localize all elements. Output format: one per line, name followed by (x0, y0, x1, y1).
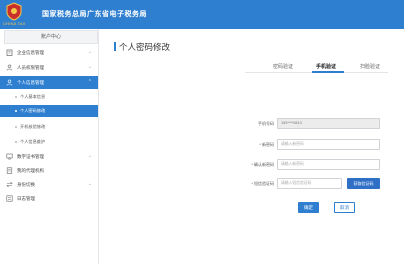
sidebar-item-personal-info[interactable]: 个人信息管理 ⌃ (0, 76, 98, 89)
log-icon (6, 195, 13, 202)
sidebar-item-identity-switch[interactable]: 身份切换 ⌄ (0, 178, 98, 191)
building-icon (6, 49, 13, 56)
sidebar-item-label: 数字证书管理 (17, 154, 44, 159)
bullet-icon (15, 141, 17, 143)
phone-field: 159****0813 (277, 118, 380, 129)
sidebar-header-user-center[interactable]: 账户中心 (4, 30, 98, 44)
top-header-bar: CHINA TAX 国家税务总局广东省电子税务局 (0, 0, 404, 29)
sidebar-item-label: 企业信息管理 (17, 50, 44, 55)
chevron-up-icon: ⌃ (87, 79, 92, 85)
phone-label: 手机号码 (258, 121, 274, 126)
new-password-input[interactable]: 请输入新密码 (277, 139, 380, 150)
sidebar-subitem-change-password[interactable]: 个人密码修改 (0, 105, 98, 117)
chevron-down-icon: ⌄ (87, 64, 92, 70)
active-tab-indicator (312, 71, 344, 73)
chevron-down-icon: ⌄ (87, 153, 92, 159)
sms-code-input[interactable]: 请输入短信验证码 (277, 178, 342, 189)
sms-code-label: * 短信验证码 (251, 181, 274, 186)
logo-caption: CHINA TAX (3, 21, 26, 26)
chevron-down-icon: ⌄ (87, 181, 92, 187)
new-password-label: * 新密码 (259, 142, 274, 147)
confirm-password-label: * 确认新密码 (251, 162, 274, 167)
sidebar-subitem-label: 开机核验修改 (20, 124, 46, 129)
page-title-accent (114, 42, 116, 51)
sidebar-subitem-info-maintenance[interactable]: 个人信息维护 (0, 136, 98, 148)
sidebar-item-digital-certificate[interactable]: 数字证书管理 ⌄ (0, 150, 98, 163)
sidebar-item-label: 我的代理机构 (17, 168, 44, 173)
tax-emblem-icon (6, 2, 22, 21)
confirm-password-input[interactable]: 请输入新密码 (277, 159, 380, 170)
switch-icon (6, 181, 13, 188)
sidebar-subitem-basic-info[interactable]: 个人基本信息 (0, 91, 98, 103)
tab-password-verify[interactable]: 密码验证 (273, 63, 293, 70)
get-code-button[interactable]: 获取验证码 (347, 178, 380, 189)
chevron-down-icon: ⌄ (87, 49, 92, 55)
sidebar-item-my-agency[interactable]: 我的代理机构 (0, 164, 98, 177)
page-title: 个人密码修改 (119, 42, 171, 52)
sidebar-subitem-login-verify[interactable]: 开机核验修改 (0, 121, 98, 133)
bullet-icon (15, 126, 17, 128)
tab-phone-verify[interactable]: 手机验证 (316, 63, 336, 70)
sidebar: 账户中心 企业信息管理 ⌄ 人员权限管理 ⌄ 个人信息管理 ⌃ 个人基本信息 个… (0, 29, 99, 264)
user-icon (6, 79, 13, 86)
user-icon (6, 64, 13, 71)
sidebar-item-label: 人员权限管理 (17, 65, 44, 70)
tab-face-verify[interactable]: 扫脸验证 (360, 63, 380, 70)
confirm-button[interactable]: 确定 (298, 202, 319, 213)
sidebar-item-label: 身份切换 (17, 182, 35, 187)
sidebar-item-label: 日志管理 (17, 196, 35, 201)
sidebar-subitem-label: 个人信息维护 (20, 139, 46, 144)
cancel-button[interactable]: 取消 (334, 202, 355, 213)
bullet-icon (15, 96, 17, 98)
sidebar-item-label: 个人信息管理 (17, 80, 44, 85)
sidebar-subitem-label: 个人基本信息 (20, 94, 46, 99)
certificate-icon (6, 153, 13, 160)
sidebar-subitem-label: 个人密码修改 (20, 108, 46, 113)
sidebar-item-staff-permissions[interactable]: 人员权限管理 ⌄ (0, 61, 98, 74)
bullet-icon (15, 110, 17, 112)
document-icon (6, 167, 13, 174)
sidebar-item-company-info[interactable]: 企业信息管理 ⌄ (0, 46, 98, 59)
app-title: 国家税务总局广东省电子税务局 (42, 11, 147, 18)
sidebar-item-log-management[interactable]: 日志管理 (0, 192, 98, 205)
